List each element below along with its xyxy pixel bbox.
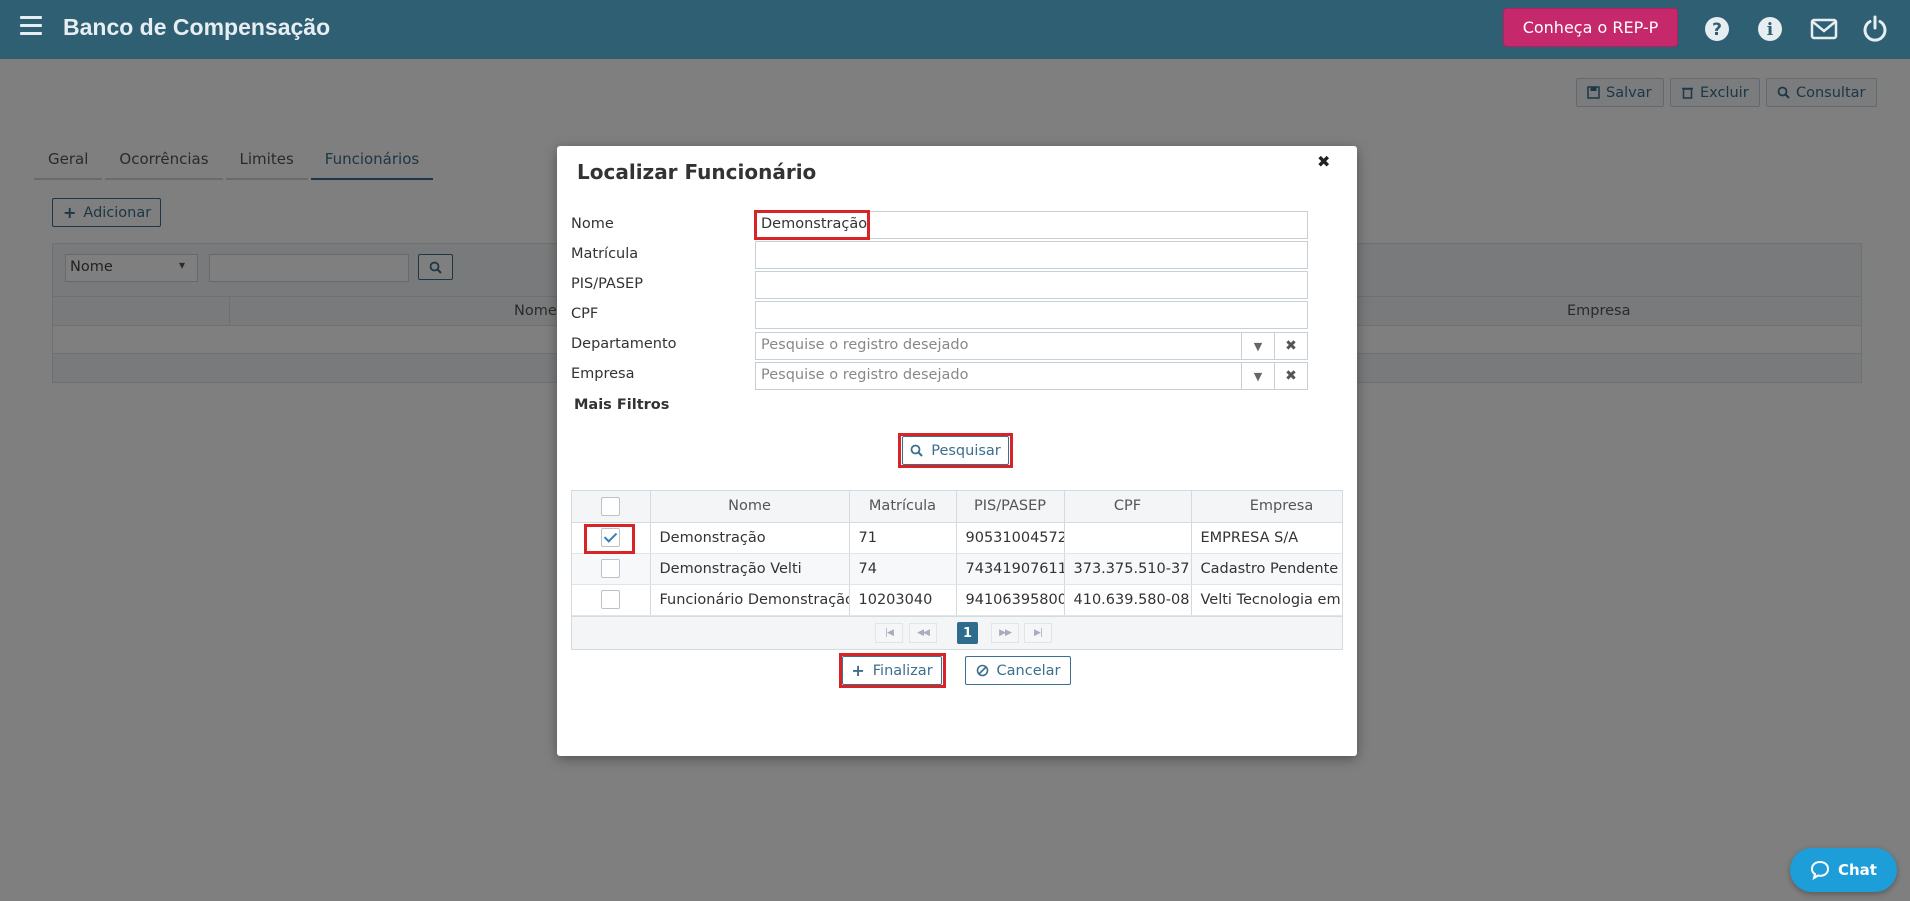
mail-icon[interactable]: [1810, 15, 1838, 43]
row-select-cell: [572, 584, 651, 616]
top-bar: Banco de Compensação Conheça o REP-P ? i: [0, 0, 1910, 59]
pagination: |◀ ◀◀ 1 ▶▶ ▶|: [572, 616, 1342, 649]
label-nome: Nome: [571, 216, 614, 232]
chat-bubble-icon: [1810, 860, 1830, 880]
find-employee-dialog: Localizar Funcionário ✖ Nome Demonstraçã…: [557, 146, 1357, 756]
row-checkbox[interactable]: [601, 559, 621, 578]
results-grid: Nome Matrícula PIS/PASEP CPF Empresa Dem…: [571, 490, 1343, 650]
chevron-down-icon[interactable]: ▼: [1241, 332, 1274, 360]
cell-matricula: 71: [849, 522, 957, 554]
current-page[interactable]: 1: [957, 622, 978, 644]
cell-nome: Demonstração Velti: [650, 553, 850, 585]
cell-pis: 905310045720: [956, 522, 1065, 554]
cell-nome: Funcionário Demonstração: [650, 584, 850, 616]
app-title: Banco de Compensação: [63, 14, 331, 40]
column-pis[interactable]: PIS/PASEP: [956, 491, 1065, 523]
cell-cpf: 373.375.510-37: [1064, 553, 1192, 585]
cell-nome: Demonstração: [650, 522, 850, 554]
column-nome[interactable]: Nome: [650, 491, 850, 523]
menu-icon[interactable]: [20, 16, 42, 38]
rep-p-button[interactable]: Conheça o REP-P: [1503, 8, 1678, 47]
finalize-label: Finalizar: [872, 662, 933, 679]
select-all-checkbox[interactable]: [601, 496, 621, 516]
select-all-cell: [572, 491, 651, 523]
cell-pis: 74341907611: [956, 553, 1065, 585]
column-cpf[interactable]: CPF: [1064, 491, 1192, 523]
finalize-button[interactable]: + Finalizar: [842, 656, 942, 685]
more-filters-link[interactable]: Mais Filtros: [574, 397, 669, 413]
cell-cpf: 410.639.580-08: [1064, 584, 1192, 616]
cell-cpf: [1064, 522, 1192, 554]
last-page-icon[interactable]: ▶|: [1024, 623, 1052, 643]
table-row[interactable]: Demonstração Velti 74 74341907611 373.37…: [572, 553, 1342, 585]
label-cpf: CPF: [571, 306, 599, 322]
pis-field[interactable]: [755, 271, 1308, 299]
label-pis: PIS/PASEP: [571, 276, 643, 292]
cell-empresa: Velti Tecnologia em S: [1191, 584, 1342, 616]
column-empresa[interactable]: Empresa: [1191, 491, 1342, 523]
cell-empresa: Cadastro Pendente -: [1191, 553, 1342, 585]
search-label: Pesquisar: [931, 442, 1001, 459]
matricula-field[interactable]: [755, 241, 1308, 269]
empresa-field[interactable]: Pesquise o registro desejado ▼ ✖: [755, 362, 1308, 390]
cell-matricula: 74: [849, 553, 957, 585]
prev-page-icon[interactable]: ◀◀: [909, 623, 937, 643]
table-row[interactable]: Demonstração 71 905310045720 EMPRESA S/A: [572, 522, 1342, 554]
info-icon[interactable]: i: [1756, 15, 1784, 43]
chat-button[interactable]: Chat: [1790, 848, 1897, 892]
power-icon[interactable]: [1861, 15, 1889, 43]
help-icon[interactable]: ?: [1703, 15, 1731, 43]
clear-icon[interactable]: ✖: [1274, 332, 1307, 360]
row-select-cell: [572, 522, 651, 554]
cpf-field[interactable]: [755, 301, 1308, 329]
cancel-button[interactable]: Cancelar: [965, 656, 1071, 685]
row-checkbox[interactable]: [601, 590, 621, 609]
svg-text:?: ?: [1712, 20, 1722, 40]
clear-icon[interactable]: ✖: [1274, 362, 1307, 390]
row-checkbox[interactable]: [601, 528, 621, 547]
label-empresa: Empresa: [571, 366, 635, 382]
row-select-cell: [572, 553, 651, 585]
first-page-icon[interactable]: |◀: [875, 623, 903, 643]
plus-icon: +: [851, 661, 865, 680]
cancel-label: Cancelar: [996, 662, 1061, 679]
departamento-field[interactable]: Pesquise o registro desejado ▼ ✖: [755, 332, 1308, 360]
chat-label: Chat: [1838, 861, 1877, 879]
column-matricula[interactable]: Matrícula: [849, 491, 957, 523]
search-button[interactable]: Pesquisar: [902, 436, 1009, 465]
search-icon: [910, 444, 923, 457]
results-header: Nome Matrícula PIS/PASEP CPF Empresa: [572, 491, 1342, 523]
cell-matricula: 10203040: [849, 584, 957, 616]
cell-empresa: EMPRESA S/A: [1191, 522, 1342, 554]
dialog-title: Localizar Funcionário: [577, 160, 817, 184]
next-page-icon[interactable]: ▶▶: [991, 623, 1019, 643]
chevron-down-icon[interactable]: ▼: [1241, 362, 1274, 390]
table-row[interactable]: Funcionário Demonstração 10203040 941063…: [572, 584, 1342, 616]
label-matricula: Matrícula: [571, 246, 639, 262]
svg-text:i: i: [1767, 20, 1774, 40]
nome-field[interactable]: Demonstração: [755, 211, 1308, 239]
close-icon[interactable]: ✖: [1317, 152, 1330, 171]
empresa-placeholder: Pesquise o registro desejado: [761, 367, 969, 383]
cell-pis: 941063958008: [956, 584, 1065, 616]
ban-icon: [976, 664, 988, 677]
departamento-placeholder: Pesquise o registro desejado: [761, 337, 969, 353]
label-departamento: Departamento: [571, 336, 677, 352]
